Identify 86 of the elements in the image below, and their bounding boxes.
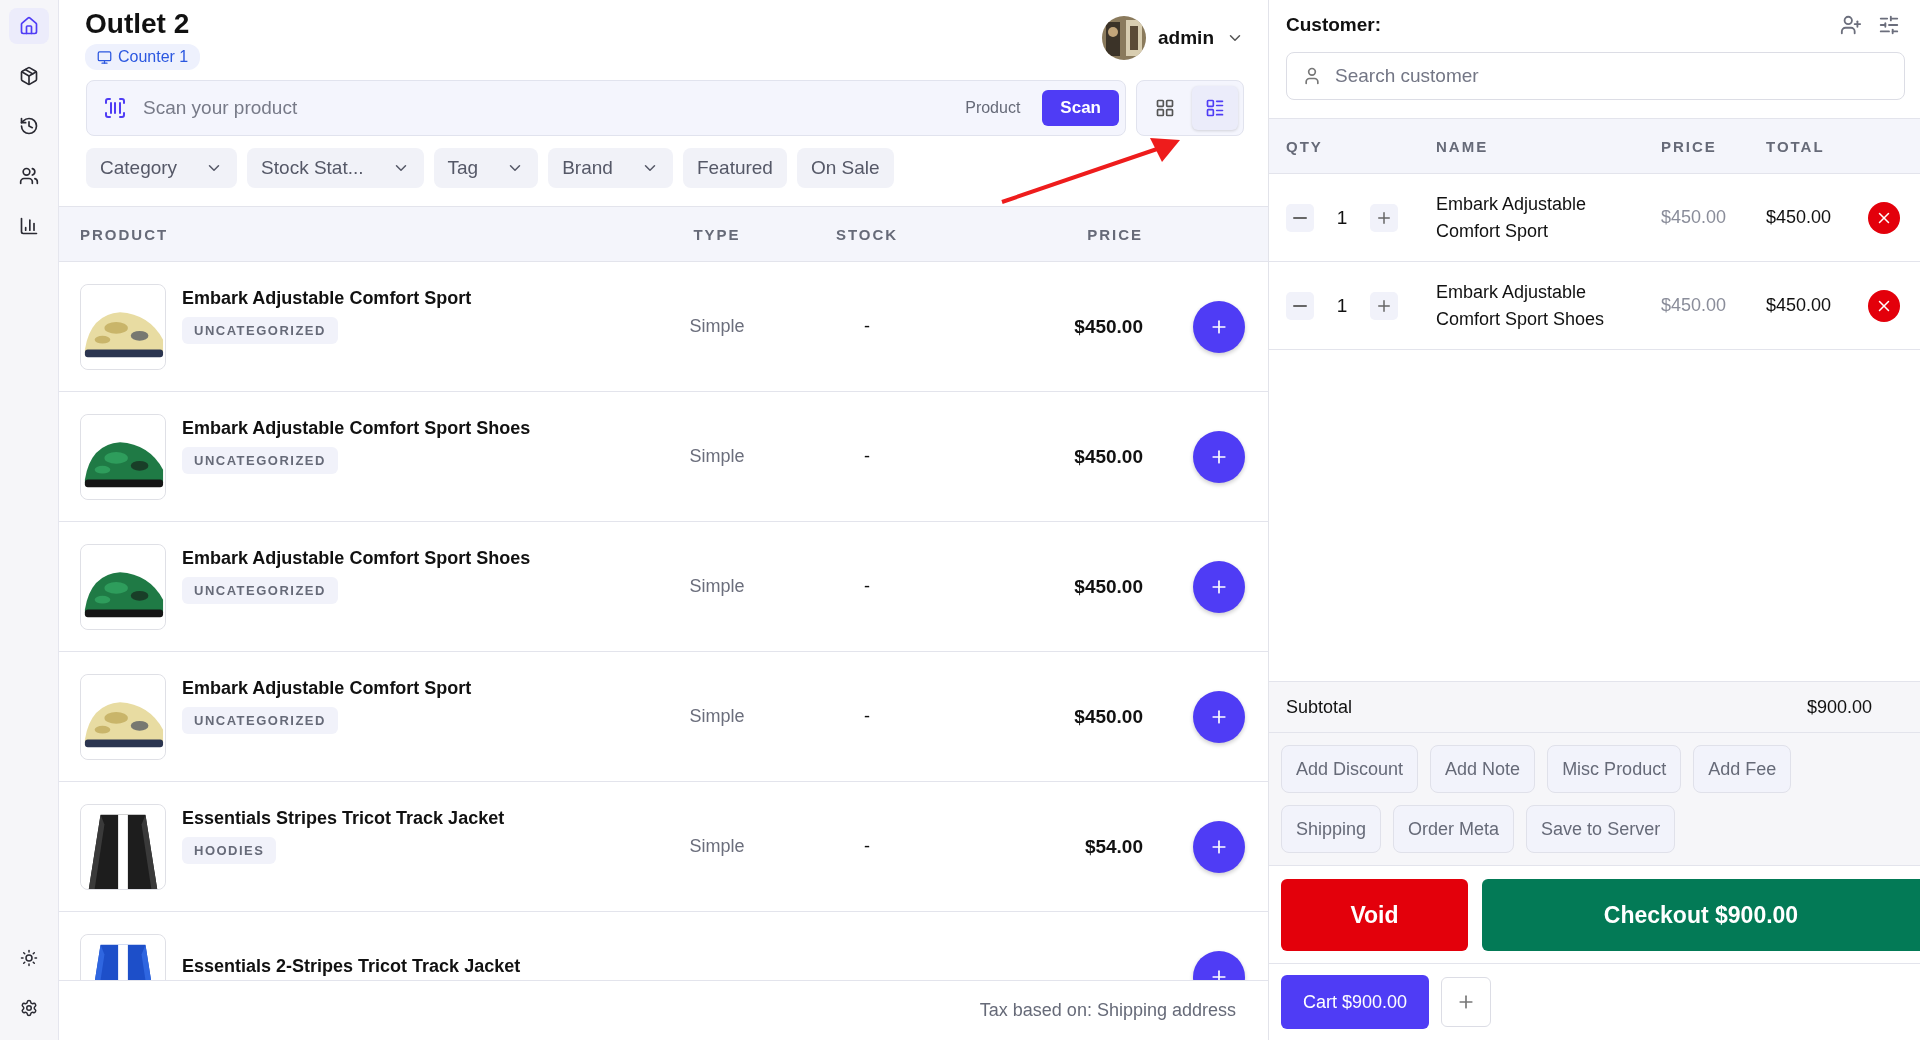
category-tag: UNCATEGORIZED <box>182 577 338 604</box>
cart-tab[interactable]: Cart $900.00 <box>1281 975 1430 1029</box>
add-button[interactable] <box>1193 820 1245 873</box>
add-button[interactable] <box>1193 300 1245 353</box>
action-button[interactable]: Order Meta <box>1393 805 1515 853</box>
scan-button[interactable]: Scan <box>1042 90 1119 126</box>
table-cell: Simple <box>689 576 745 597</box>
total-cell: $450.00 <box>1766 295 1832 316</box>
minus-icon <box>1293 304 1307 307</box>
filter-dropdown[interactable]: Stock Stat... <box>247 148 424 188</box>
user-icon <box>1302 66 1322 86</box>
category-tag: UNCATEGORIZED <box>182 447 338 474</box>
price-cell: $450.00 <box>1074 445 1143 468</box>
table-cell: Simple <box>689 836 745 857</box>
column-header: PRICE <box>1087 225 1143 243</box>
column-header: TOTAL <box>1766 137 1825 155</box>
table-cell: - <box>864 836 870 857</box>
remove-button[interactable] <box>1868 289 1900 322</box>
add-button[interactable] <box>1193 560 1245 613</box>
price-cell: $54.00 <box>1084 835 1143 858</box>
price-cell: $450.00 <box>1661 207 1727 228</box>
tax-note: Tax based on: Shipping address <box>979 1000 1236 1021</box>
action-button[interactable]: Shipping <box>1281 805 1382 853</box>
action-button[interactable]: Misc Product <box>1547 745 1682 793</box>
action-button[interactable]: Add Note <box>1430 745 1536 793</box>
action-button[interactable]: Add Fee <box>1693 745 1792 793</box>
customer-label: Customer: <box>1286 14 1381 36</box>
product-name: Essentials Stripes Tricot Track Jacket <box>182 808 505 829</box>
filter-dropdown[interactable]: Brand <box>548 148 673 188</box>
checkout-button[interactable]: Checkout $900.00 <box>1482 879 1920 951</box>
increase-button[interactable] <box>1370 203 1398 232</box>
product-name: Embark Adjustable Comfort Sport <box>182 288 472 309</box>
action-button[interactable]: Save to Server <box>1526 805 1676 853</box>
home-icon[interactable] <box>9 8 49 44</box>
filter-toggle[interactable]: Featured <box>682 148 787 188</box>
add-button[interactable] <box>1193 690 1245 743</box>
column-header: QTY <box>1286 137 1323 155</box>
price-cell: $450.00 <box>1661 295 1727 316</box>
table-cell: - <box>864 446 870 467</box>
quantity-value: 1 <box>1335 294 1349 317</box>
table-cell: Simple <box>689 316 745 337</box>
scan-mode-label: Product <box>965 99 1021 117</box>
add-button[interactable] <box>1193 430 1245 483</box>
user-menu[interactable]: admin <box>1102 8 1244 68</box>
increase-button[interactable] <box>1370 291 1398 320</box>
decrease-button[interactable] <box>1286 291 1314 320</box>
counter-badge: Counter 1 <box>85 44 201 70</box>
product-name: Essentials 2-Stripes Tricot Track Jacket <box>182 955 521 977</box>
filter-dropdown[interactable]: Tag <box>433 148 539 188</box>
price-cell: $450.00 <box>1074 575 1143 598</box>
customer-search-field[interactable]: Search customer <box>1286 52 1905 100</box>
price-cell: $450.00 <box>1074 705 1143 728</box>
column-header: PRICE <box>1661 137 1717 155</box>
product-name: Embark Adjustable Comfort Sport Shoes <box>182 548 531 569</box>
minus-icon <box>1293 216 1307 219</box>
column-header: PRODUCT <box>80 225 169 243</box>
category-tag: UNCATEGORIZED <box>182 317 338 344</box>
decrease-button[interactable] <box>1286 203 1314 232</box>
column-header: STOCK <box>835 225 899 243</box>
filter-toggle[interactable]: On Sale <box>796 148 894 188</box>
list-view-icon[interactable] <box>1192 86 1238 130</box>
column-header: NAME <box>1436 137 1489 155</box>
price-cell: $450.00 <box>1074 315 1143 338</box>
product-name: Embark Adjustable Comfort Sport Shoes <box>182 418 531 439</box>
column-header: TYPE <box>693 225 741 243</box>
filter-dropdown[interactable]: Category <box>86 148 238 188</box>
cart-item-name: Embark Adjustable Comfort Sport <box>1436 192 1588 243</box>
scan-field[interactable]: Scan your product Product Scan <box>86 80 1126 136</box>
table-cell: Simple <box>689 446 745 467</box>
table-cell: - <box>864 706 870 727</box>
cart-item-name: Embark Adjustable Comfort Sport Shoes <box>1436 280 1606 331</box>
category-tag: UNCATEGORIZED <box>182 707 338 734</box>
table-cell: - <box>864 316 870 337</box>
quantity-value: 1 <box>1335 206 1349 229</box>
category-tag: HOODIES <box>182 837 277 864</box>
total-cell: $450.00 <box>1766 207 1832 228</box>
outlet-title: Outlet 2 <box>85 8 191 40</box>
remove-button[interactable] <box>1868 201 1900 234</box>
subtotal-value: $900.00 <box>1806 696 1872 718</box>
table-cell: - <box>864 576 870 597</box>
action-button[interactable]: Add Discount <box>1281 745 1419 793</box>
barcode-scan-icon <box>103 96 127 120</box>
product-name: Embark Adjustable Comfort Sport <box>182 678 472 699</box>
table-cell: Simple <box>689 706 745 727</box>
subtotal-label: Subtotal <box>1286 696 1353 718</box>
void-button[interactable]: Void <box>1281 879 1468 951</box>
